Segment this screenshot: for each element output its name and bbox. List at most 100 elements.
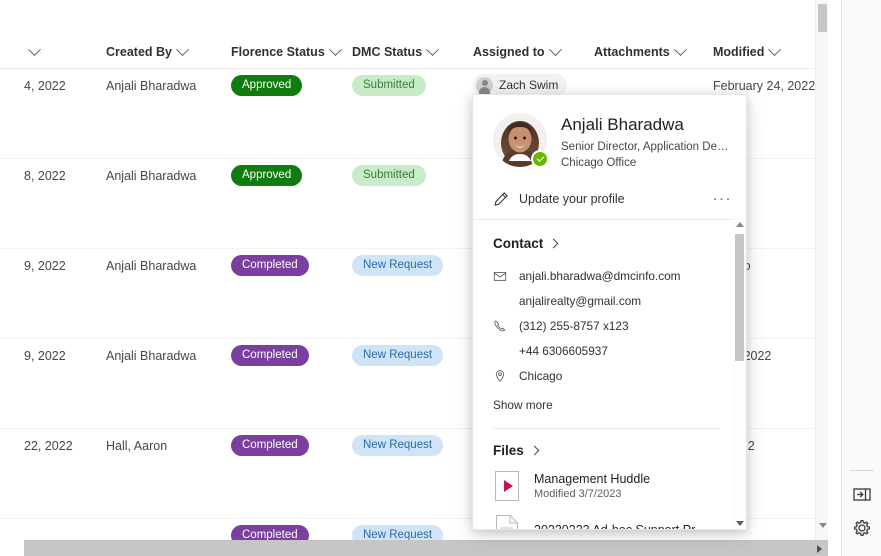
column-header-modified-label: Modified (713, 45, 765, 59)
list-item[interactable]: 20230223 Ad-hoc Support Propo… (493, 514, 720, 529)
contact-section-label: Contact (493, 236, 544, 251)
person-name: Anjali Bharadwa (561, 115, 684, 134)
scroll-right-arrow-icon[interactable] (817, 545, 822, 553)
status-badge-dmc: New Request (352, 255, 444, 276)
person-card-scroll-region: Contact anjali.bharadwa@dmcinfo.com anjal… (473, 220, 746, 529)
person-job-title: Senior Director, Application Develo… (561, 141, 730, 153)
contact-value: +44 6306605937 (519, 343, 608, 358)
status-badge-florence: Approved (231, 75, 303, 96)
cell-date: 9, 2022 (24, 259, 66, 273)
expand-panel-icon (853, 488, 871, 501)
mail-icon (493, 269, 507, 283)
app-root: Created By Florence Status DMC Status As… (0, 0, 881, 556)
list-vertical-scrollbar[interactable] (815, 0, 828, 540)
contact-value: anjalirealty@gmail.com (519, 293, 642, 308)
cell-created-by: Anjali Bharadwa (106, 169, 197, 183)
chevron-right-icon (548, 238, 559, 249)
right-rail (841, 0, 881, 556)
cell-date: 9, 2022 (24, 349, 66, 363)
update-profile-button[interactable]: Update your profile (493, 191, 625, 207)
scroll-down-arrow-icon[interactable] (819, 523, 827, 528)
cell-created-by: Anjali Bharadwa (106, 349, 197, 363)
column-header-florence-status[interactable]: Florence Status (231, 42, 348, 59)
column-header-created-by-label: Created By (106, 45, 172, 59)
expand-panel-button[interactable] (850, 482, 874, 506)
column-header-modified[interactable]: Modified (713, 42, 787, 59)
card-overflow-button[interactable]: ··· (713, 191, 733, 206)
status-badge-florence: Completed (231, 525, 309, 540)
person-office: Chicago Office (561, 157, 637, 169)
pdf-file-icon (493, 514, 521, 529)
scroll-up-arrow-icon[interactable] (736, 222, 744, 227)
column-header-attachments-label: Attachments (594, 45, 670, 59)
files-section-header[interactable]: Files (493, 443, 720, 458)
grid-header-row: Created By Florence Status DMC Status As… (0, 36, 828, 69)
person-card-header: Anjali Bharadwa Senior Director, Applica… (473, 95, 746, 219)
column-header-florence-status-label: Florence Status (231, 45, 325, 59)
update-profile-label: Update your profile (519, 192, 625, 206)
cell-created-by: Anjali Bharadwa (106, 79, 197, 93)
location-icon (493, 369, 507, 383)
chevron-down-icon (673, 42, 687, 56)
column-header-assigned-to-label: Assigned to (473, 45, 545, 59)
status-badge-florence: Approved (231, 165, 303, 186)
contact-row[interactable]: anjalirealty@gmail.com (493, 288, 720, 313)
assigned-person-name: Zach Swim (499, 78, 559, 92)
show-more-button[interactable]: Show more (493, 398, 720, 412)
section-divider (493, 428, 720, 429)
contact-list: anjali.bharadwa@dmcinfo.com anjalirealty@… (493, 263, 720, 388)
person-card-scrollbar-thumb[interactable] (735, 234, 744, 361)
cell-date: 22, 2022 (24, 439, 73, 453)
chevron-down-icon (176, 42, 189, 56)
settings-gear-icon (853, 519, 871, 537)
column-header-attachments[interactable]: Attachments (594, 42, 693, 59)
column-header-dmc-status-label: DMC Status (352, 45, 423, 59)
contact-value: (312) 255-8757 x123 (519, 318, 629, 333)
list-horizontal-scrollbar[interactable] (24, 540, 828, 556)
column-header-truncated[interactable] (24, 42, 47, 57)
file-name: Management Huddle (534, 471, 651, 486)
person-card-scrollbar[interactable] (733, 219, 746, 529)
column-header-assigned-to[interactable]: Assigned to (473, 42, 568, 59)
status-badge-dmc: New Request (352, 525, 444, 540)
pencil-icon (494, 192, 508, 206)
status-badge-dmc: New Request (352, 435, 444, 456)
rail-divider (850, 470, 874, 471)
scroll-down-arrow-icon[interactable] (736, 521, 744, 526)
column-header-dmc-status[interactable]: DMC Status (352, 42, 445, 59)
chevron-down-icon (28, 42, 41, 56)
chevron-down-icon (426, 42, 440, 56)
chevron-down-icon (548, 42, 562, 56)
files-list: Management Huddle Modified 3/7/2023 202302… (493, 470, 720, 529)
files-section-label: Files (493, 443, 524, 458)
chevron-down-icon (328, 42, 342, 56)
contact-section-header[interactable]: Contact (493, 236, 720, 251)
avatar[interactable] (493, 113, 549, 168)
contact-value: anjali.bharadwa@dmcinfo.com (519, 268, 681, 283)
column-header-created-by[interactable]: Created By (106, 42, 195, 59)
status-badge-florence: Completed (231, 255, 309, 276)
status-badge-dmc: Submitted (352, 165, 426, 186)
chevron-down-icon (768, 42, 782, 56)
presence-available-icon (531, 150, 549, 168)
person-avatar-icon (476, 76, 493, 94)
contact-row[interactable]: (312) 255-8757 x123 (493, 313, 720, 338)
settings-button[interactable] (850, 516, 874, 540)
contact-value: Chicago (519, 368, 563, 383)
person-hover-card[interactable]: Anjali Bharadwa Senior Director, Applica… (472, 94, 747, 530)
cell-date: 8, 2022 (24, 169, 66, 183)
assigned-person-chip[interactable]: Zach Swim (473, 74, 568, 96)
contact-row[interactable]: +44 6306605937 (493, 338, 720, 363)
status-badge-florence: Completed (231, 345, 309, 366)
contact-row[interactable]: Chicago (493, 363, 720, 388)
file-modified-date: Modified 3/7/2023 (534, 487, 622, 500)
list-item[interactable]: Management Huddle Modified 3/7/2023 (493, 470, 720, 502)
list-vertical-scrollbar-thumb[interactable] (818, 4, 827, 32)
video-file-icon (493, 470, 521, 502)
cell-created-by: Hall, Aaron (106, 439, 168, 453)
cell-modified: February 24, 2022 (713, 79, 816, 93)
status-badge-dmc: Submitted (352, 75, 426, 96)
contact-row[interactable]: anjali.bharadwa@dmcinfo.com (493, 263, 720, 288)
status-badge-dmc: New Request (352, 345, 444, 366)
phone-icon (493, 319, 507, 333)
